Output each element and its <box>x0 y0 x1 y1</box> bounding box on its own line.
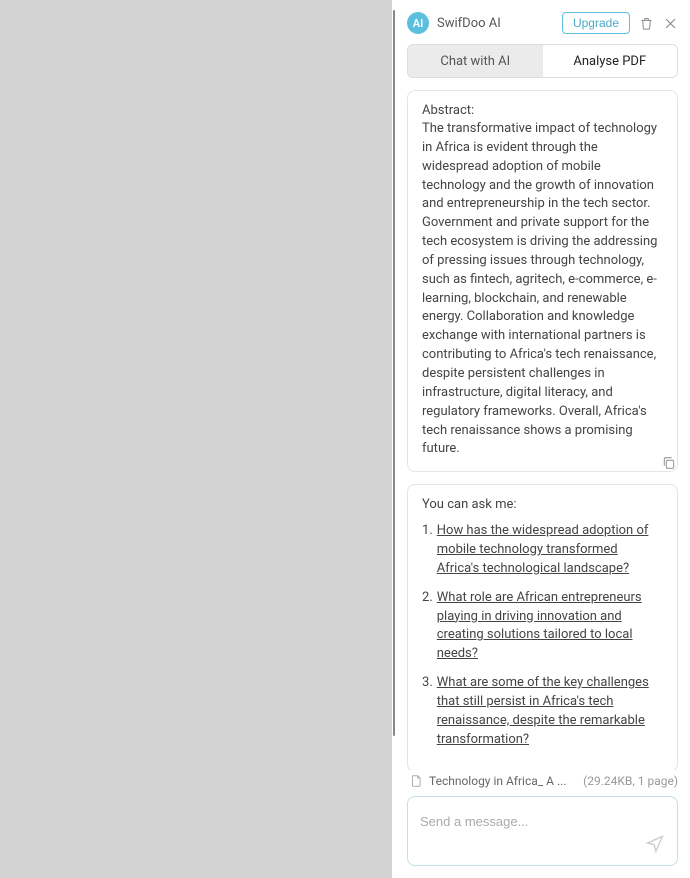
list-item: How has the widespread adoption of mobil… <box>422 522 663 579</box>
delete-icon[interactable] <box>638 15 654 31</box>
file-info-bar: Technology in Africa_ A ... (29.24KB, 1 … <box>407 774 678 788</box>
ai-sidebar: AI SwifDoo AI Upgrade Chat with AI Analy… <box>395 0 690 878</box>
close-icon[interactable] <box>662 15 678 31</box>
document-preview-pane <box>0 0 392 878</box>
copy-icon[interactable] <box>661 455 678 473</box>
ai-logo-icon: AI <box>407 12 429 34</box>
message-input-box <box>407 796 678 866</box>
suggestions-label: You can ask me: <box>422 497 663 512</box>
tab-analyse-pdf[interactable]: Analyse PDF <box>543 45 678 77</box>
list-item: What role are African entrepreneurs play… <box>422 589 663 664</box>
vertical-scrollbar[interactable] <box>392 0 395 878</box>
file-name: Technology in Africa_ A ... <box>429 774 566 788</box>
sidebar-header: AI SwifDoo AI Upgrade <box>407 12 678 34</box>
sidebar-tabs: Chat with AI Analyse PDF <box>407 44 678 78</box>
file-icon <box>409 774 423 788</box>
sidebar-title: SwifDoo AI <box>437 16 554 31</box>
suggested-question-link[interactable]: How has the widespread adoption of mobil… <box>437 522 663 579</box>
tab-chat-with-ai[interactable]: Chat with AI <box>408 45 543 77</box>
message-input[interactable] <box>420 814 665 829</box>
abstract-card: Abstract: The transformative impact of t… <box>407 90 678 472</box>
file-meta: (29.24KB, 1 page) <box>583 774 678 788</box>
upgrade-button[interactable]: Upgrade <box>562 12 630 34</box>
send-icon[interactable] <box>645 833 665 853</box>
abstract-body: The transformative impact of technology … <box>422 120 663 459</box>
suggested-questions-list: How has the widespread adoption of mobil… <box>422 522 663 749</box>
list-item: What are some of the key challenges that… <box>422 674 663 749</box>
suggested-question-link[interactable]: What are some of the key challenges that… <box>437 674 663 749</box>
sidebar-content: Abstract: The transformative impact of t… <box>407 90 678 770</box>
suggested-question-link[interactable]: What role are African entrepreneurs play… <box>437 589 663 664</box>
suggestions-card: You can ask me: How has the widespread a… <box>407 484 678 770</box>
abstract-label: Abstract: <box>422 103 663 118</box>
